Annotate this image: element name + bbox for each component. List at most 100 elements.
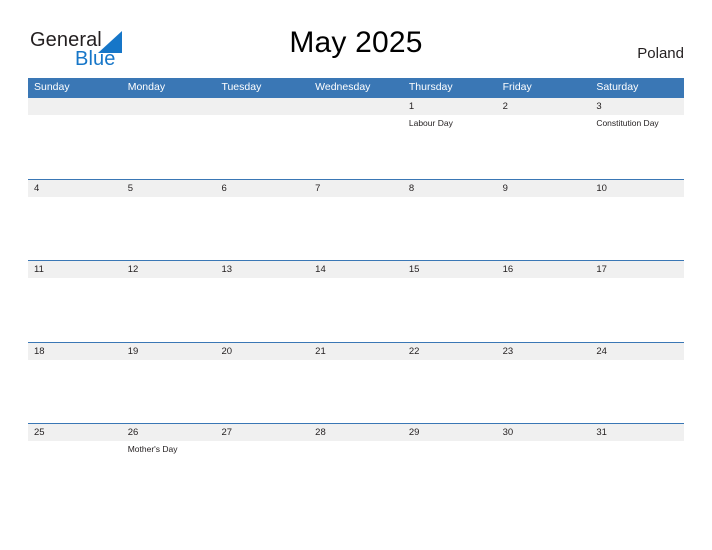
- week-event-band: [28, 359, 684, 423]
- day-number[interactable]: 31: [590, 424, 684, 441]
- event-label: Constitution Day: [596, 118, 659, 128]
- day-number[interactable]: 2: [497, 98, 591, 115]
- day-cell[interactable]: Mother's Day: [122, 441, 216, 504]
- day-number[interactable]: 1: [403, 98, 497, 115]
- day-cell[interactable]: [215, 441, 309, 504]
- day-number[interactable]: 10: [590, 180, 684, 197]
- day-number[interactable]: 24: [590, 343, 684, 360]
- day-number[interactable]: 4: [28, 180, 122, 197]
- day-number[interactable]: [122, 98, 216, 115]
- day-cell[interactable]: [590, 278, 684, 341]
- week-date-band: 1 2 3: [28, 98, 684, 115]
- day-number[interactable]: 6: [215, 180, 309, 197]
- day-cell[interactable]: [309, 197, 403, 260]
- week-row: 11 12 13 14 15 16 17: [28, 260, 684, 342]
- day-number[interactable]: 25: [28, 424, 122, 441]
- day-cell[interactable]: [122, 278, 216, 341]
- day-cell[interactable]: [497, 197, 591, 260]
- day-cell[interactable]: [28, 278, 122, 341]
- day-number[interactable]: [28, 98, 122, 115]
- weekday-header-sunday: Sunday: [34, 81, 70, 93]
- day-cell[interactable]: [309, 360, 403, 423]
- day-number[interactable]: 17: [590, 261, 684, 278]
- event-label: Labour Day: [408, 118, 453, 128]
- day-number[interactable]: 5: [122, 180, 216, 197]
- calendar-grid: Sunday Monday Tuesday Wednesday Thursday…: [28, 78, 684, 505]
- day-number[interactable]: 16: [497, 261, 591, 278]
- week-date-band: 11 12 13 14 15 16 17: [28, 261, 684, 278]
- day-cell[interactable]: [215, 360, 309, 423]
- day-cell[interactable]: [28, 360, 122, 423]
- day-number[interactable]: 13: [215, 261, 309, 278]
- week-row: 25 26 27 28 29 30 31 Mother's Day: [28, 423, 684, 505]
- day-number[interactable]: 30: [497, 424, 591, 441]
- day-number[interactable]: 21: [309, 343, 403, 360]
- day-number[interactable]: 22: [403, 343, 497, 360]
- day-number[interactable]: 8: [403, 180, 497, 197]
- weekday-header-wednesday: Wednesday: [315, 81, 371, 93]
- day-number[interactable]: 14: [309, 261, 403, 278]
- day-cell[interactable]: [403, 278, 497, 341]
- day-cell[interactable]: [28, 115, 122, 178]
- day-cell[interactable]: [28, 441, 122, 504]
- day-cell[interactable]: [215, 278, 309, 341]
- day-cell[interactable]: [403, 441, 497, 504]
- day-number[interactable]: [215, 98, 309, 115]
- week-event-band: Labour Day Constitution Day: [28, 115, 684, 178]
- day-cell[interactable]: [309, 115, 403, 178]
- weekday-header-friday: Friday: [502, 81, 532, 93]
- day-number[interactable]: [309, 98, 403, 115]
- day-number[interactable]: 7: [309, 180, 403, 197]
- day-cell[interactable]: [28, 197, 122, 260]
- week-date-band: 4 5 6 7 8 9 10: [28, 179, 684, 197]
- day-cell[interactable]: [215, 115, 309, 178]
- day-number[interactable]: 27: [215, 424, 309, 441]
- week-event-band: [28, 278, 684, 341]
- day-cell[interactable]: [590, 360, 684, 423]
- event-label: Mother's Day: [127, 444, 178, 454]
- day-number[interactable]: 29: [403, 424, 497, 441]
- day-cell[interactable]: [403, 360, 497, 423]
- day-number[interactable]: 15: [403, 261, 497, 278]
- day-number[interactable]: 23: [497, 343, 591, 360]
- weekday-header-monday: Monday: [127, 81, 166, 93]
- day-cell[interactable]: Constitution Day: [590, 115, 684, 178]
- day-number[interactable]: 28: [309, 424, 403, 441]
- week-event-band: [28, 196, 684, 260]
- weekday-header-tuesday: Tuesday: [221, 81, 262, 93]
- day-number[interactable]: 9: [497, 180, 591, 197]
- page-title: May 2025: [289, 26, 423, 59]
- day-cell[interactable]: [497, 278, 591, 341]
- day-number[interactable]: 26: [122, 424, 216, 441]
- day-number[interactable]: 3: [590, 98, 684, 115]
- page-header: General Blue May 2025 Poland: [0, 0, 712, 78]
- day-cell[interactable]: [309, 441, 403, 504]
- day-number[interactable]: 11: [28, 261, 122, 278]
- day-cell[interactable]: [403, 197, 497, 260]
- day-cell[interactable]: [590, 441, 684, 504]
- day-number[interactable]: 18: [28, 343, 122, 360]
- day-cell[interactable]: [497, 360, 591, 423]
- day-cell[interactable]: [590, 197, 684, 260]
- day-number[interactable]: 20: [215, 343, 309, 360]
- day-cell[interactable]: Labour Day: [403, 115, 497, 178]
- day-cell[interactable]: [215, 197, 309, 260]
- week-date-band: 25 26 27 28 29 30 31: [28, 424, 684, 441]
- weekday-header-thursday: Thursday: [408, 81, 453, 93]
- day-cell[interactable]: [122, 197, 216, 260]
- day-number[interactable]: 12: [122, 261, 216, 278]
- day-cell[interactable]: [497, 115, 591, 178]
- day-cell[interactable]: [122, 115, 216, 178]
- weekday-header-saturday: Saturday: [596, 81, 639, 93]
- week-row: 18 19 20 21 22 23 24: [28, 341, 684, 424]
- week-event-band: Mother's Day: [28, 441, 684, 504]
- week-row: 4 5 6 7 8 9 10: [28, 178, 684, 261]
- day-cell[interactable]: [309, 278, 403, 341]
- week-date-band: 18 19 20 21 22 23 24: [28, 342, 684, 360]
- day-cell[interactable]: [122, 360, 216, 423]
- country-label: Poland: [637, 45, 684, 62]
- day-cell[interactable]: [497, 441, 591, 504]
- weekday-header-row: Sunday Monday Tuesday Wednesday Thursday…: [28, 78, 684, 97]
- day-number[interactable]: 19: [122, 343, 216, 360]
- week-row: 1 2 3 Labour Day Constitution Day: [28, 97, 684, 179]
